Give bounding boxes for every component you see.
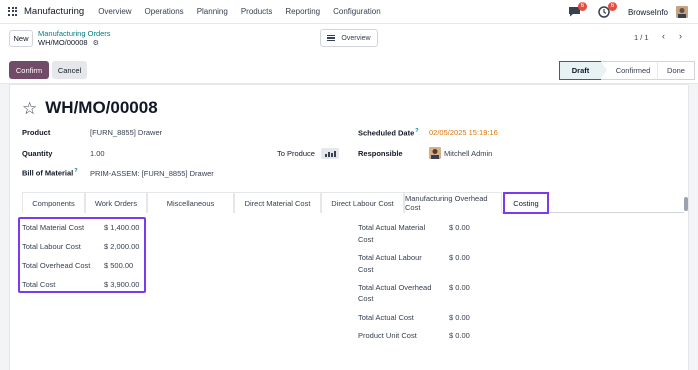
tab-costing[interactable]: Costing <box>503 192 549 214</box>
total-overhead-cost-label: Total Overhead Cost <box>22 261 91 270</box>
tab-direct-material-cost[interactable]: Direct Material Cost <box>234 192 321 213</box>
activities-badge: 6 <box>607 2 617 11</box>
actual-overhead-cost-label-cont: Cost <box>358 294 374 303</box>
to-produce-label: To Produce <box>277 149 315 158</box>
scheduled-date-field[interactable]: 02/05/2025 15:19:16 <box>429 128 498 137</box>
actual-overhead-cost-label: Total Actual Overhead <box>358 283 432 292</box>
bom-label-text: Bill of Material <box>22 168 74 178</box>
actual-labour-cost-label-cont: Cost <box>358 265 374 274</box>
tab-work-orders[interactable]: Work Orders <box>85 192 147 213</box>
total-cost-label: Total Cost <box>22 280 56 289</box>
quantity-label: Quantity <box>22 149 53 158</box>
forecast-chart-icon[interactable] <box>321 148 339 159</box>
breadcrumb-current-label: WH/MO/00008 <box>38 38 88 47</box>
tab-miscellaneous[interactable]: Miscellaneous <box>147 192 234 213</box>
responsible-avatar <box>429 147 441 159</box>
total-material-cost-label: Total Material Cost <box>22 223 85 232</box>
chevron-right-icon[interactable]: › <box>679 31 682 41</box>
stage-confirmed[interactable]: Confirmed <box>601 61 657 80</box>
gear-icon[interactable]: ⚙ <box>93 39 99 47</box>
new-button[interactable]: New <box>9 30 33 47</box>
pager-value[interactable]: 1 / 1 <box>634 33 649 42</box>
actual-material-cost-label: Total Actual Material <box>358 223 426 232</box>
overview-label: Overview <box>341 34 371 42</box>
actual-labour-cost-label: Total Actual Labour <box>358 253 422 262</box>
breadcrumb-parent-link[interactable]: Manufacturing Orders <box>38 29 111 38</box>
menu-planning[interactable]: Planning <box>197 7 228 16</box>
total-labour-cost-label: Total Labour Cost <box>22 242 81 251</box>
responsible-field[interactable]: Mitchell Admin <box>444 149 492 158</box>
overview-button[interactable]: Overview <box>320 29 378 47</box>
company-switcher[interactable]: BrowseInfo <box>628 8 668 17</box>
messages-icon[interactable]: 6 <box>568 2 587 18</box>
responsible-label: Responsible <box>358 149 403 158</box>
total-labour-cost-value: $ 2,000.00 <box>104 242 140 251</box>
title-row: ☆ WH/MO/00008 <box>22 98 158 118</box>
menu-products[interactable]: Products <box>241 7 273 16</box>
record-title: WH/MO/00008 <box>45 98 158 117</box>
tab-manufacturing-overhead-cost[interactable]: Manufacturing Overhead Cost <box>404 192 502 213</box>
quantity-field[interactable]: 1.00 <box>90 149 105 158</box>
stage-done[interactable]: Done <box>657 61 695 80</box>
menu-overview[interactable]: Overview <box>98 7 131 16</box>
user-avatar[interactable] <box>676 6 688 18</box>
stage-draft[interactable]: Draft <box>559 61 608 80</box>
help-icon[interactable]: ? <box>415 128 418 134</box>
actual-overhead-cost-value: $ 0.00 <box>449 283 470 292</box>
scheduled-date-label: Scheduled Date? <box>358 128 419 138</box>
actual-material-cost-label-cont: Cost <box>358 235 374 244</box>
bom-field[interactable]: PRIM-ASSEM: [FURN_8855] Drawer <box>90 169 214 178</box>
list-icon <box>327 34 336 42</box>
product-field[interactable]: [FURN_8855] Drawer <box>90 128 162 137</box>
product-unit-cost-value: $ 0.00 <box>449 331 470 340</box>
actual-cost-label: Total Actual Cost <box>358 313 414 322</box>
confirm-button[interactable]: Confirm <box>9 61 49 79</box>
actual-labour-cost-value: $ 0.00 <box>449 253 470 262</box>
menu-reporting[interactable]: Reporting <box>285 7 320 16</box>
scheduled-date-label-text: Scheduled Date <box>358 128 415 138</box>
scrollbar[interactable] <box>684 197 688 211</box>
actual-cost-value: $ 0.00 <box>449 313 470 322</box>
activities-clock-icon[interactable]: 6 <box>598 2 617 18</box>
status-bar: Draft Confirmed Done <box>559 61 695 80</box>
help-icon[interactable]: ? <box>74 168 77 174</box>
notebook-tabs: Components Work Orders Miscellaneous Dir… <box>22 192 684 214</box>
total-cost-value: $ 3,900.00 <box>104 280 140 289</box>
app-name[interactable]: Manufacturing <box>24 6 84 17</box>
tab-direct-labour-cost[interactable]: Direct Labour Cost <box>321 192 404 213</box>
total-overhead-cost-value: $ 500.00 <box>104 261 134 270</box>
apps-grid-icon[interactable] <box>8 6 18 17</box>
tab-components[interactable]: Components <box>22 192 85 213</box>
total-material-cost-value: $ 1,400.00 <box>104 223 140 232</box>
actual-material-cost-value: $ 0.00 <box>449 223 470 232</box>
product-label: Product <box>22 128 51 137</box>
product-unit-cost-label: Product Unit Cost <box>358 331 417 340</box>
top-navbar: Manufacturing Overview Operations Planni… <box>0 0 698 24</box>
messages-badge: 6 <box>577 2 587 11</box>
breadcrumb-current: WH/MO/00008 ⚙ <box>38 38 99 47</box>
star-icon[interactable]: ☆ <box>22 100 37 117</box>
menu-configuration[interactable]: Configuration <box>333 7 381 16</box>
chevron-left-icon[interactable]: ‹ <box>662 31 665 41</box>
menu-operations[interactable]: Operations <box>145 7 184 16</box>
bom-label: Bill of Material? <box>22 168 78 178</box>
cancel-button[interactable]: Cancel <box>52 61 87 79</box>
